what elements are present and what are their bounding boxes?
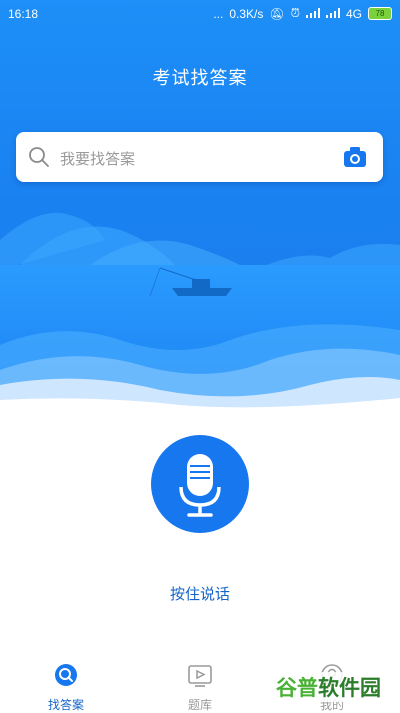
play-board-icon: [188, 665, 212, 687]
search-bar[interactable]: 我要找答案: [16, 132, 383, 182]
tab-label: 找答案: [47, 698, 84, 712]
tab-label: 题库: [187, 698, 212, 712]
page-title: 考试找答案: [152, 68, 248, 89]
search-icon: [28, 146, 50, 172]
microphone-icon: [179, 454, 221, 517]
tab-find-answer[interactable]: 找答案: [26, 663, 106, 713]
camera-icon[interactable]: [343, 146, 367, 172]
search-tab-icon: [55, 664, 77, 686]
alarm-icon: ⏰︎: [290, 6, 300, 20]
battery-icon: 78: [368, 7, 392, 20]
hero-background: [0, 0, 400, 415]
voice-record-button[interactable]: [151, 435, 249, 533]
signal-icon-2: [325, 7, 340, 21]
lake-scene-illustration: [0, 212, 400, 415]
status-dots: ...: [213, 6, 224, 21]
hold-to-speak-label: 按住说话: [169, 585, 230, 603]
mute-icon: 🔕︎: [269, 6, 285, 21]
signal-icon: [305, 7, 320, 21]
watermark-logo: 谷普软件园: [272, 672, 392, 702]
tab-question-bank[interactable]: 题库: [160, 663, 240, 713]
status-network: 4G: [345, 6, 362, 21]
svg-text:谷普软件园: 谷普软件园: [276, 676, 381, 700]
watermark-logo-image: 谷普软件园: [272, 672, 392, 702]
search-input[interactable]: 我要找答案: [60, 148, 135, 169]
status-time: 16:18: [8, 7, 39, 21]
status-net-speed: 0.3K/s: [229, 6, 264, 21]
status-bar: 16:18 ... 0.3K/s 🔕︎ ⏰︎ 4G 78: [0, 0, 400, 28]
